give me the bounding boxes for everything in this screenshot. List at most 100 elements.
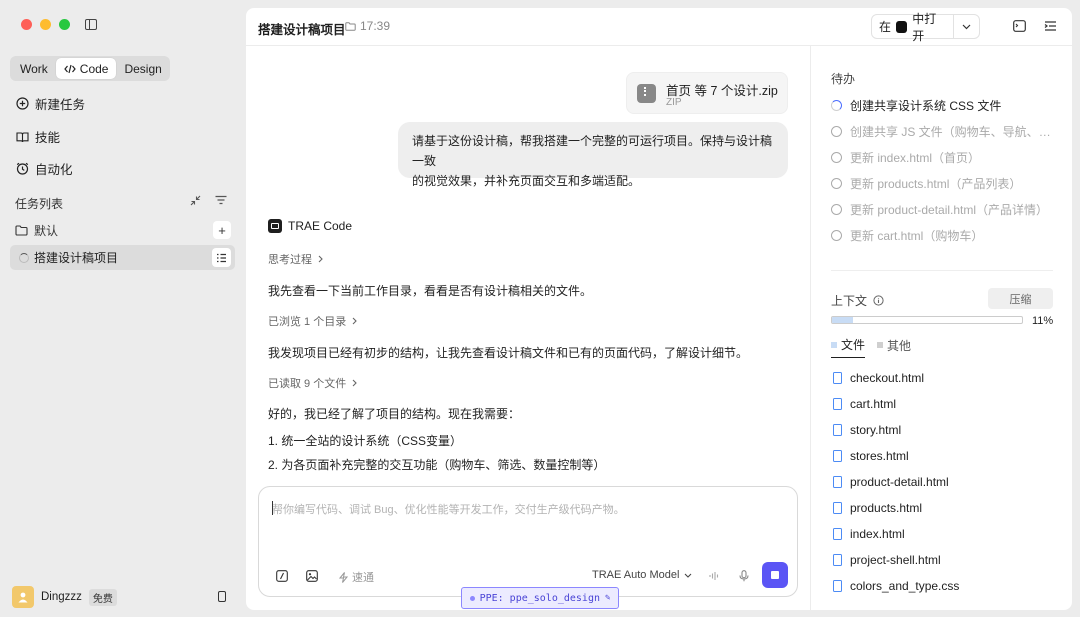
file-icon: [833, 398, 842, 410]
folder-icon: [345, 21, 356, 31]
ppe-badge[interactable]: PPE: ppe_solo_design ✎: [461, 587, 619, 609]
waveform-icon[interactable]: [707, 569, 721, 583]
close-window-button[interactable]: [21, 19, 32, 30]
user-profile[interactable]: Dingzzz 免费: [12, 586, 234, 608]
tab-other-label: 其他: [887, 338, 912, 353]
speed-mode-toggle[interactable]: 速通: [339, 569, 374, 585]
tab-files[interactable]: 文件: [831, 336, 866, 358]
stop-button[interactable]: [762, 562, 788, 588]
panel-layout-icon[interactable]: [1013, 20, 1026, 32]
page-title: 搭建设计稿项目: [258, 23, 346, 37]
ppe-label: PPE: ppe_solo_design: [479, 592, 600, 604]
browsed-label: 已浏览 1 个目录: [268, 316, 347, 328]
file-item[interactable]: colors_and_type.css: [833, 579, 959, 593]
folder-default[interactable]: 默认 +: [15, 221, 235, 239]
file-item[interactable]: cart.html: [833, 397, 896, 411]
task-item-current[interactable]: 搭建设计稿项目: [10, 245, 235, 270]
pending-circle-icon: [831, 178, 842, 189]
nav-automation[interactable]: 自动化: [16, 159, 73, 178]
file-icon: [833, 476, 842, 488]
file-item[interactable]: stores.html: [833, 449, 909, 463]
file-icon: [833, 580, 842, 592]
phone-icon[interactable]: [218, 591, 226, 602]
file-item[interactable]: index.html: [833, 527, 905, 541]
tab-files-label: 文件: [841, 338, 866, 352]
model-selector[interactable]: TRAE Auto Model: [592, 569, 692, 581]
read-files-toggle[interactable]: 已读取 9 个文件: [268, 375, 358, 391]
context-progress-fill: [832, 317, 853, 323]
user-message-bubble: 请基于这份设计稿，帮我搭建一个完整的可运行项目。保持与设计稿一致 的视觉效果，并…: [398, 122, 788, 188]
todo-label: 更新 cart.html（购物车）: [850, 229, 984, 243]
filter-icon[interactable]: [215, 195, 227, 205]
file-name: colors_and_type.css: [850, 579, 960, 593]
mode-code-button[interactable]: Code: [55, 58, 117, 79]
compress-button[interactable]: 压缩: [988, 288, 1053, 309]
open-in-terminal[interactable]: 在 中打开: [872, 12, 955, 43]
file-name: cart.html: [850, 397, 897, 411]
file-item[interactable]: product-detail.html: [833, 475, 949, 489]
dot-icon: [469, 595, 475, 601]
add-task-button[interactable]: +: [213, 221, 231, 239]
folder-icon: [15, 224, 28, 236]
code-icon: [64, 64, 76, 73]
chevron-right-icon: [352, 317, 358, 325]
collapse-icon[interactable]: [190, 195, 201, 206]
zoom-window-button[interactable]: [59, 19, 70, 30]
composer: 速通 TRAE Auto Model: [258, 486, 798, 597]
image-upload-icon[interactable]: [305, 569, 319, 583]
file-icon: [833, 450, 842, 462]
chevron-down-icon: [685, 573, 692, 578]
prompt-input[interactable]: [272, 501, 772, 521]
file-icon: [833, 372, 842, 384]
file-item[interactable]: checkout.html: [833, 371, 924, 385]
nav-skills-label: 技能: [35, 131, 61, 145]
slash-command-icon[interactable]: [275, 569, 289, 583]
file-item[interactable]: story.html: [833, 423, 901, 437]
other-legend-icon: [877, 342, 884, 348]
info-icon[interactable]: [873, 295, 884, 306]
thinking-toggle[interactable]: 思考过程: [268, 251, 323, 267]
agent-message: 我先查看一下当前工作目录，看看是否有设计稿相关的文件。: [268, 284, 593, 298]
folder-name: 默认: [34, 223, 59, 238]
agent-message: 2. 为各页面补充完整的交互功能（购物车、筛选、数量控制等）: [268, 458, 606, 472]
browsed-toggle[interactable]: 已浏览 1 个目录: [268, 313, 358, 329]
pending-circle-icon: [831, 204, 842, 215]
main-panel: 搭建设计稿项目 17:39 在 中打开 首页 等 7 个设计.zip ZIP 请…: [246, 8, 1072, 610]
file-item[interactable]: products.html: [833, 501, 922, 515]
agent-name: TRAE Code: [288, 219, 353, 233]
chat-area: 首页 等 7 个设计.zip ZIP 请基于这份设计稿，帮我搭建一个完整的可运行…: [246, 46, 811, 610]
todo-label: 创建共享 JS 文件（购物车、导航、交互）: [850, 125, 1056, 139]
zip-file-icon: [637, 84, 656, 103]
file-name: products.html: [850, 501, 923, 515]
mode-work-button[interactable]: Work: [12, 58, 56, 79]
sidebar-toggle-icon[interactable]: [85, 19, 97, 30]
user-icon: [18, 592, 28, 603]
todo-item: 创建共享 JS 文件（购物车、导航、交互）: [831, 123, 1056, 140]
attachment-card[interactable]: 首页 等 7 个设计.zip ZIP: [626, 72, 788, 114]
context-progress: [831, 316, 1023, 324]
nav-skills[interactable]: 技能: [16, 127, 60, 146]
file-item[interactable]: project-shell.html: [833, 553, 941, 567]
nav-new-task[interactable]: 新建任务: [16, 94, 85, 113]
todo-item: 更新 product-detail.html（产品详情）: [831, 201, 1056, 218]
minimize-window-button[interactable]: [40, 19, 51, 30]
agent-message: 1. 统一全站的设计系统（CSS变量）: [268, 434, 463, 448]
mode-design-button[interactable]: Design: [116, 58, 169, 79]
open-in-dropdown[interactable]: [954, 15, 979, 38]
todo-item: 创建共享设计系统 CSS 文件: [831, 97, 1056, 114]
tab-other[interactable]: 其他: [877, 336, 911, 358]
header: 搭建设计稿项目 17:39 在 中打开: [246, 8, 1072, 46]
mode-switch: Work Code Design: [10, 56, 170, 81]
todo-label: 创建共享设计系统 CSS 文件: [850, 99, 1002, 113]
user-message-line: 的视觉效果，并补充页面交互和多端适配。: [412, 174, 641, 188]
divider: [831, 270, 1053, 271]
context-percent: 11%: [1032, 315, 1054, 327]
task-time: 17:39: [345, 19, 390, 33]
task-checklist-button[interactable]: [212, 248, 231, 267]
open-in-button[interactable]: 在 中打开: [871, 12, 980, 43]
menu-toggle-icon[interactable]: [1044, 20, 1057, 32]
trae-logo-icon: [268, 219, 282, 233]
edit-icon: ✎: [605, 593, 611, 603]
microphone-icon[interactable]: [737, 569, 751, 583]
file-icon: [833, 528, 842, 540]
